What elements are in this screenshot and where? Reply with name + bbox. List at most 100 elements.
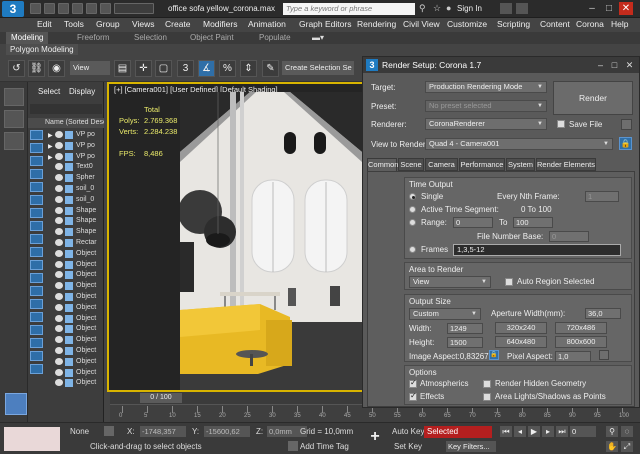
- list-item[interactable]: Object: [28, 249, 104, 259]
- project-folder-icon[interactable]: [100, 3, 111, 14]
- pixel-aspect-spinner[interactable]: 1,0: [555, 351, 591, 362]
- list-item[interactable]: Object: [28, 346, 104, 356]
- lock-view-icon[interactable]: 🔒: [619, 137, 632, 150]
- help-icon[interactable]: [516, 3, 528, 14]
- select-link-icon[interactable]: ⛓: [28, 60, 45, 77]
- polygon-modeling-panel[interactable]: Polygon Modeling: [6, 44, 78, 55]
- menu-group[interactable]: Group: [96, 19, 120, 29]
- star-icon[interactable]: ☆: [433, 3, 443, 14]
- percent-snap-icon[interactable]: %: [219, 60, 236, 77]
- ribbon-tab-freeform[interactable]: Freeform: [77, 32, 109, 44]
- list-item[interactable]: Rectar: [28, 238, 104, 248]
- frames-input[interactable]: 1,3,5-12: [453, 244, 621, 256]
- select-by-name-icon[interactable]: ▤: [114, 60, 131, 77]
- save-file-checkbox[interactable]: [557, 120, 565, 128]
- list-item[interactable]: Object: [28, 270, 104, 280]
- render-hidden-geometry-checkbox[interactable]: [483, 380, 491, 388]
- ribbon-tab-selection[interactable]: Selection: [134, 32, 167, 44]
- visibility-eye-icon[interactable]: [55, 228, 63, 236]
- list-item[interactable]: ▶ VP po: [28, 152, 104, 162]
- ribbon-tab-modeling[interactable]: Modeling: [6, 32, 49, 44]
- explorer-tab-display[interactable]: Display: [69, 87, 95, 96]
- new-file-icon[interactable]: [30, 3, 41, 14]
- aperture-width-spinner[interactable]: 36,0: [585, 308, 621, 319]
- undo-icon[interactable]: [72, 3, 83, 14]
- exchange-icon[interactable]: [500, 3, 512, 14]
- tab-performance[interactable]: Performance: [459, 158, 505, 171]
- list-item[interactable]: Object: [28, 292, 104, 302]
- visibility-eye-icon[interactable]: [55, 303, 63, 311]
- visibility-eye-icon[interactable]: [55, 347, 63, 354]
- ribbon-tab-populate[interactable]: Populate: [259, 32, 291, 44]
- pixel-aspect-lock-icon[interactable]: [599, 350, 609, 360]
- ribbon-tab-object-paint[interactable]: Object Paint: [190, 32, 234, 44]
- renderer-dropdown[interactable]: CoronaRenderer ▼: [425, 118, 547, 130]
- visibility-eye-icon[interactable]: [55, 163, 63, 171]
- effects-checkbox[interactable]: [409, 391, 417, 401]
- visibility-eye-icon[interactable]: [55, 368, 63, 376]
- next-frame-icon[interactable]: ▸: [542, 426, 554, 437]
- go-to-end-icon[interactable]: ⏭: [556, 426, 568, 437]
- workspace-dropdown[interactable]: [114, 3, 154, 14]
- current-frame-field[interactable]: 0: [570, 426, 596, 437]
- spinner-snap-icon[interactable]: ⇕: [240, 60, 257, 77]
- tab-system[interactable]: System: [506, 158, 535, 171]
- target-dropdown[interactable]: Production Rendering Mode ▼: [425, 81, 547, 93]
- pan-icon[interactable]: ✋: [606, 441, 618, 452]
- expand-icon[interactable]: ▶: [48, 142, 53, 151]
- binoculars-icon[interactable]: ⚲: [419, 3, 429, 14]
- tab-scene[interactable]: Scene: [398, 158, 424, 171]
- reference-coordinate-dropdown[interactable]: View: [70, 61, 110, 75]
- dialog-minimize-icon[interactable]: –: [594, 59, 607, 71]
- list-item[interactable]: Shape: [28, 206, 104, 216]
- list-item[interactable]: Object: [28, 303, 104, 313]
- menu-rendering[interactable]: Rendering: [357, 19, 396, 29]
- visibility-eye-icon[interactable]: [55, 249, 63, 257]
- undo-icon[interactable]: ↺: [8, 60, 25, 77]
- preset-800x600-button[interactable]: 800x600: [555, 336, 607, 348]
- bind-space-warp-icon[interactable]: ◉: [48, 60, 65, 77]
- scene-explorer-toggle-icon[interactable]: [5, 393, 27, 415]
- width-spinner[interactable]: 1249: [447, 323, 483, 334]
- previous-frame-icon[interactable]: ◂: [514, 426, 526, 437]
- snaps-toggle-icon[interactable]: 3: [177, 60, 194, 77]
- menu-modifiers[interactable]: Modifiers: [203, 19, 237, 29]
- area-lights-checkbox[interactable]: [483, 393, 491, 401]
- preset-720x486-button[interactable]: 720x486: [555, 322, 607, 334]
- every-nth-frame-spinner[interactable]: 1: [585, 191, 619, 202]
- dialog-maximize-icon[interactable]: □: [608, 59, 621, 71]
- orbit-icon[interactable]: ◌: [621, 426, 633, 437]
- output-size-preset-dropdown[interactable]: Custom ▼: [409, 308, 481, 320]
- area-to-render-dropdown[interactable]: View ▼: [409, 276, 491, 288]
- expand-icon[interactable]: ▶: [48, 131, 53, 140]
- auto-key-dropdown[interactable]: Selected: [424, 426, 492, 438]
- visibility-eye-icon[interactable]: [55, 217, 63, 225]
- frames-radio[interactable]: [409, 246, 416, 253]
- menu-scripting[interactable]: Scripting: [497, 19, 530, 29]
- expand-icon[interactable]: ▶: [48, 153, 53, 162]
- render-setup-titlebar[interactable]: 3 Render Setup: Corona 1.7 – □ ✕: [363, 57, 639, 73]
- visibility-eye-icon[interactable]: [55, 293, 63, 300]
- preset-320x240-button[interactable]: 320x240: [495, 322, 547, 334]
- maximize-viewport-icon[interactable]: ⤢: [621, 441, 633, 452]
- menu-edit[interactable]: Edit: [37, 19, 52, 29]
- list-item[interactable]: Object: [28, 324, 104, 334]
- range-from-spinner[interactable]: 0: [453, 217, 493, 228]
- preset-640x480-button[interactable]: 640x480: [495, 336, 547, 348]
- visibility-eye-icon[interactable]: [55, 195, 63, 203]
- menu-views[interactable]: Views: [132, 19, 155, 29]
- visibility-eye-icon[interactable]: [55, 206, 63, 214]
- list-item[interactable]: Text0: [28, 162, 104, 172]
- list-item[interactable]: soil_0: [28, 195, 104, 205]
- close-icon[interactable]: ✕: [619, 2, 633, 15]
- visibility-eye-icon[interactable]: [55, 325, 63, 333]
- tab-common[interactable]: Common: [367, 158, 398, 171]
- menu-animation[interactable]: Animation: [248, 19, 286, 29]
- menu-customize[interactable]: Customize: [447, 19, 487, 29]
- visibility-eye-icon[interactable]: [55, 185, 63, 192]
- search-input[interactable]: Type a keyword or phrase: [283, 3, 415, 15]
- menu-content[interactable]: Content: [540, 19, 570, 29]
- zoom-icon[interactable]: ⚲: [606, 426, 618, 437]
- angle-snap-icon[interactable]: ∡: [198, 60, 215, 77]
- key-filters-button[interactable]: Key Filters...: [446, 441, 496, 452]
